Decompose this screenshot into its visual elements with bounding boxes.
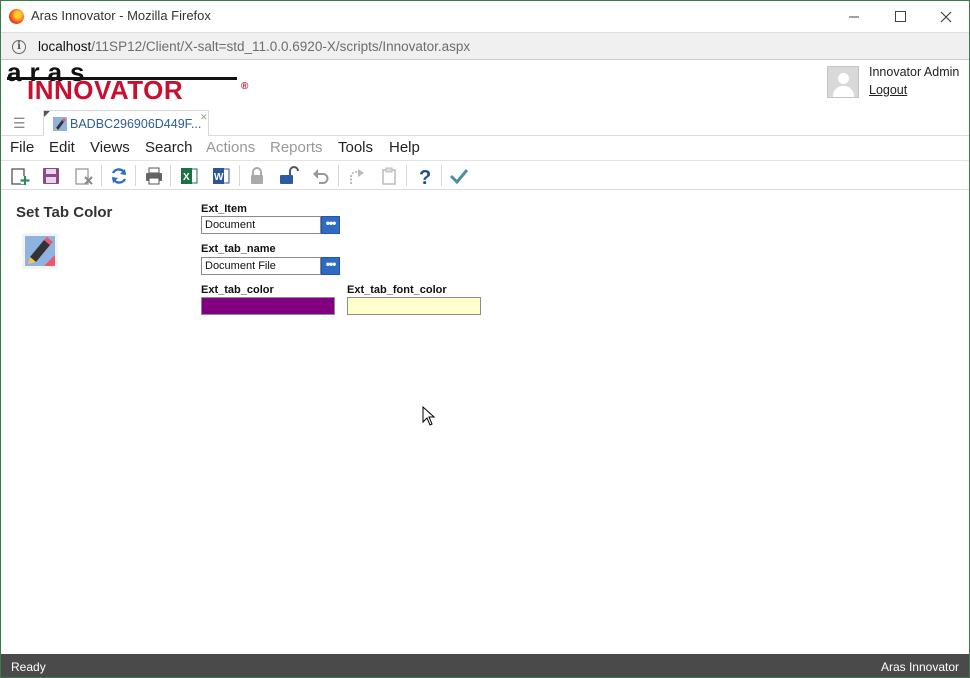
save-icon: [43, 168, 59, 184]
status-bar: Ready Aras Innovator: [1, 654, 969, 677]
new-item-button[interactable]: [9, 165, 31, 187]
undo-icon: [313, 169, 329, 184]
svg-text:W: W: [214, 172, 224, 183]
menu-edit[interactable]: Edit: [49, 139, 75, 156]
toolbar-separator: [441, 165, 442, 186]
done-button[interactable]: [448, 165, 470, 187]
ext-tab-font-color-label: Ext_tab_font_color: [347, 284, 447, 296]
maximize-button[interactable]: [877, 1, 923, 32]
svg-text:X: X: [183, 172, 190, 183]
tab-document[interactable]: BADBC296906D449F... ✕: [43, 110, 209, 136]
help-icon: ?: [419, 167, 431, 186]
toolbar-separator: [170, 165, 171, 186]
info-icon[interactable]: i: [12, 40, 26, 54]
minimize-icon: [849, 16, 859, 17]
tab-label: BADBC296906D449F...: [70, 117, 202, 131]
toolbar-separator: [338, 165, 339, 186]
refresh-icon: [111, 168, 127, 184]
word-export-button[interactable]: W: [210, 165, 232, 187]
close-button[interactable]: [923, 1, 969, 32]
tab-corner-marker: [44, 111, 50, 117]
toolbar-separator: [406, 165, 407, 186]
ext-item-select-button[interactable]: •••: [321, 216, 340, 234]
toolbar-separator: [239, 165, 240, 186]
done-icon: [449, 169, 469, 185]
browser-window: Aras Innovator - Mozilla Firefox i local…: [0, 0, 970, 678]
ext-tab-name-label: Ext_tab_name: [201, 243, 276, 255]
toolbar-separator: [101, 165, 102, 186]
user-name: Innovator Admin: [869, 65, 960, 79]
excel-export-button[interactable]: X: [178, 165, 200, 187]
url-text[interactable]: localhost/11SP12/Client/X-salt=std_11.0.…: [38, 39, 470, 54]
menu-bar: File Edit Views Search Actions Reports T…: [1, 136, 969, 160]
menu-help[interactable]: Help: [389, 139, 420, 156]
form-content: Set Tab Color Ext_Item Document ••• Ext_…: [1, 190, 969, 654]
svg-text:?: ?: [419, 167, 431, 186]
lock-icon: [251, 167, 263, 184]
tab-strip: ☰ BADBC296906D449F... ✕: [1, 110, 969, 136]
firefox-icon: [9, 9, 24, 24]
delete-button[interactable]: [73, 165, 95, 187]
menu-search[interactable]: Search: [145, 139, 193, 156]
window-title: Aras Innovator - Mozilla Firefox: [31, 8, 211, 23]
toolbar-separator: [135, 165, 136, 186]
unlock-icon: [280, 166, 299, 184]
ext-tab-font-color-swatch[interactable]: [347, 297, 481, 315]
help-button[interactable]: ?: [414, 165, 436, 187]
menu-reports[interactable]: Reports: [270, 139, 323, 156]
close-icon: [940, 11, 952, 22]
pencil-edit-icon: [22, 233, 58, 269]
ext-tab-color-label: Ext_tab_color: [201, 284, 274, 296]
delete-icon: [75, 168, 93, 185]
clipboard-icon: [382, 167, 396, 185]
hamburger-menu-icon[interactable]: ☰: [13, 115, 26, 132]
mouse-cursor-icon: [422, 406, 436, 426]
redo-icon: [350, 169, 364, 184]
logout-link[interactable]: Logout: [869, 83, 907, 97]
ext-tab-name-select-button[interactable]: •••: [321, 257, 340, 275]
print-button[interactable]: [143, 165, 165, 187]
new-item-icon: [11, 168, 30, 185]
menu-actions[interactable]: Actions: [206, 139, 255, 156]
url-host: localhost: [38, 39, 92, 54]
unlock-button[interactable]: [278, 165, 300, 187]
redo-button[interactable]: [346, 165, 368, 187]
excel-export-icon: X: [181, 168, 198, 184]
status-text: Ready: [11, 660, 46, 674]
menu-views[interactable]: Views: [90, 139, 130, 156]
undo-button[interactable]: [310, 165, 332, 187]
save-button[interactable]: [40, 165, 62, 187]
toolbar: X W ?: [1, 160, 969, 190]
address-bar[interactable]: i localhost/11SP12/Client/X-salt=std_11.…: [1, 32, 969, 60]
ext-item-input[interactable]: Document: [201, 216, 321, 234]
menu-file[interactable]: File: [10, 139, 34, 156]
tab-close-icon[interactable]: ✕: [200, 112, 208, 123]
status-app-name: Aras Innovator: [880, 660, 959, 674]
lock-button[interactable]: [246, 165, 268, 187]
logo-innovator: INNOVATOR: [27, 75, 184, 105]
url-path: /11SP12/Client/X-salt=std_11.0.0.6920-X/…: [91, 39, 471, 54]
ext-tab-color-swatch[interactable]: [201, 297, 335, 315]
word-export-icon: W: [213, 168, 230, 184]
logo-registered-mark: ®: [241, 81, 249, 92]
title-bar: Aras Innovator - Mozilla Firefox: [1, 1, 969, 32]
document-icon: [53, 117, 67, 131]
maximize-icon: [894, 11, 906, 22]
menu-tools[interactable]: Tools: [338, 139, 373, 156]
app-header: aras INNOVATOR ® Innovator Admin Logout: [1, 59, 969, 110]
ext-item-label: Ext_Item: [201, 203, 247, 215]
user-avatar-icon[interactable]: [827, 66, 859, 98]
refresh-button[interactable]: [108, 165, 130, 187]
minimize-button[interactable]: [831, 1, 877, 32]
ext-tab-name-input[interactable]: Document File: [201, 257, 321, 275]
print-icon: [146, 167, 162, 185]
clipboard-button[interactable]: [378, 165, 400, 187]
form-title: Set Tab Color: [16, 204, 113, 221]
